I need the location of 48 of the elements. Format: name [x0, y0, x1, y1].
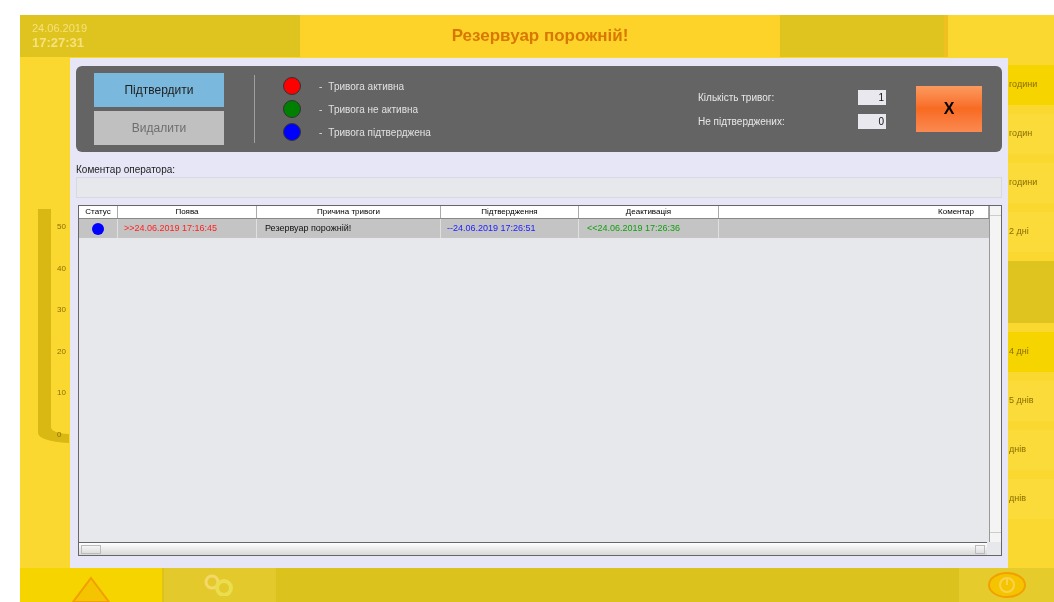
column-header[interactable]: Деактивація	[579, 206, 719, 218]
settings-tab[interactable]	[164, 568, 276, 602]
scale-label: 30	[57, 304, 66, 316]
side-item[interactable]: 5 днів	[1008, 381, 1054, 421]
side-item[interactable]: години	[1008, 65, 1054, 105]
dash-mark: -	[319, 125, 323, 140]
side-item[interactable]: 2 дні	[1008, 212, 1054, 252]
column-header[interactable]: Статус	[79, 206, 118, 218]
table-cell-text: --24.06.2019 17:26:51	[446, 221, 536, 235]
warning-icon	[71, 576, 111, 602]
dash-mark: -	[319, 102, 323, 117]
scale-label: 40	[57, 262, 66, 275]
alarms-tab[interactable]	[20, 568, 162, 602]
column-header[interactable]: Поява	[118, 206, 257, 218]
power-icon	[986, 571, 1027, 599]
horizontal-scrollbar[interactable]	[79, 542, 987, 555]
date-text: 24.06.2019	[32, 23, 89, 34]
legend-label: Тривога не активна	[328, 102, 419, 117]
counter-label: Кількість тривог:	[698, 90, 776, 105]
table-cell-text: Резервуар порожній!	[264, 221, 352, 235]
column-header[interactable]: Підтвердження	[441, 206, 579, 218]
legend-label: Тривога активна	[328, 79, 405, 94]
confirm-button[interactable]: Підтвердити	[94, 73, 224, 107]
power-tab[interactable]	[959, 568, 1054, 602]
scale-label: 10	[57, 387, 66, 399]
scale-label: 20	[57, 345, 66, 358]
side-item[interactable]: години	[1008, 163, 1054, 203]
side-panel	[1008, 261, 1054, 323]
vertical-scrollbar[interactable]	[989, 206, 1001, 542]
table-cell-text: <<24.06.2019 17:26:36	[586, 221, 681, 235]
counter-label: Не підтверджених:	[698, 114, 786, 129]
table-cell-text: >>24.06.2019 17:16:45	[123, 221, 218, 235]
scale-label: 0	[57, 428, 62, 441]
table-row[interactable]: >>24.06.2019 17:16:45 Резервуар порожній! --24.06.2019 17:26:51 <<24.06.2019 17:26:36	[79, 219, 989, 238]
column-header[interactable]: Причина тривоги	[257, 206, 441, 218]
counter-field: 0	[858, 113, 886, 129]
alarm-message: Резервуар порожній!	[300, 15, 780, 57]
time-text: 17:27:31	[32, 36, 86, 49]
side-item[interactable]: 4 дні	[1008, 332, 1054, 372]
counter-field: 1	[858, 89, 886, 105]
side-item[interactable]: днів	[1008, 479, 1054, 519]
side-item[interactable]: годин	[1008, 114, 1054, 154]
comment-label: Коментар оператора:	[76, 163, 177, 176]
side-item[interactable]: днів	[1008, 430, 1054, 470]
close-button[interactable]: X	[916, 86, 982, 132]
dash-mark: -	[319, 79, 323, 94]
legend-label: Тривога підтверджена	[328, 125, 431, 140]
scale-label: 50	[57, 221, 66, 233]
